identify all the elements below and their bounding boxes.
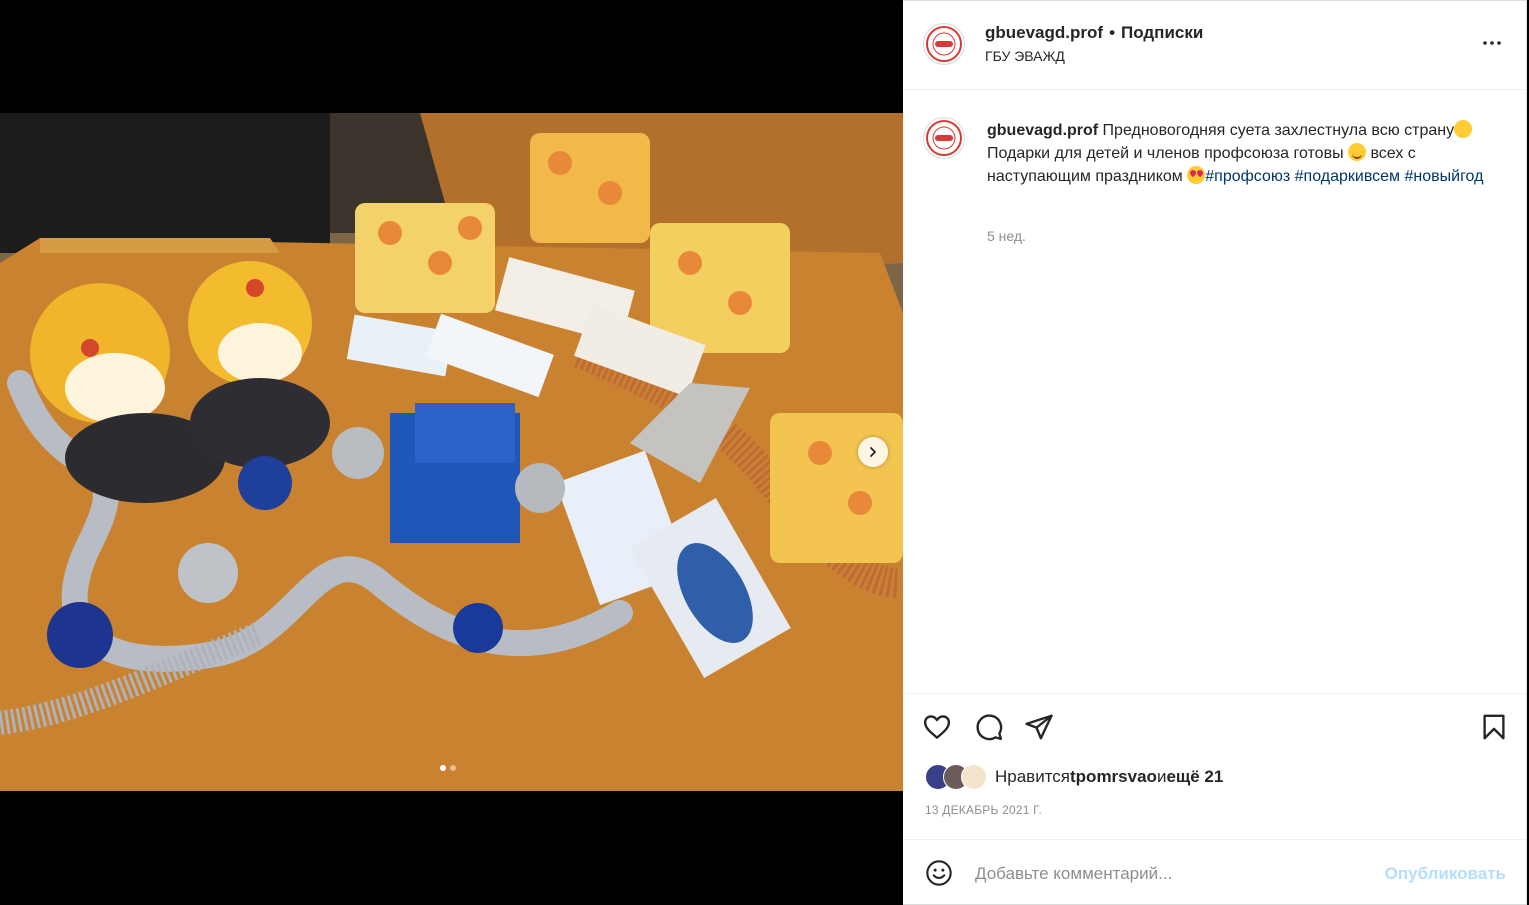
liker-avatar xyxy=(961,764,987,790)
publish-comment-button[interactable]: Опубликовать xyxy=(1385,864,1506,884)
likes-summary: Нравится tpomrsvao и ещё 21 xyxy=(925,763,1223,791)
caption-text-1: Предновогодняя суета захлестнула всю стр… xyxy=(1098,122,1455,139)
post-location[interactable]: ГБУ ЭВАЖД xyxy=(985,48,1065,64)
post-photo[interactable] xyxy=(0,113,903,791)
likes-prefix: Нравится xyxy=(995,767,1071,786)
more-options-button[interactable] xyxy=(1480,31,1504,55)
comment-button[interactable] xyxy=(973,711,1005,743)
hashtag-link[interactable]: #подаркивсем xyxy=(1295,168,1400,185)
paper-plane-icon xyxy=(1025,714,1053,740)
like-button[interactable] xyxy=(921,711,953,743)
chevron-right-icon xyxy=(870,447,876,457)
separator-dot: • xyxy=(1109,23,1116,42)
share-button[interactable] xyxy=(1023,711,1055,743)
likes-user-link[interactable]: tpomrsvao xyxy=(1070,767,1157,787)
hashtag-link[interactable]: #профсоюз xyxy=(1205,168,1290,185)
post-actions-bar xyxy=(903,693,1526,760)
add-comment-bar: Опубликовать xyxy=(903,839,1526,905)
comment-bubble-icon xyxy=(976,714,1003,741)
carousel-dot-2 xyxy=(450,765,456,771)
heart-eyes-emoji-icon xyxy=(1187,166,1206,184)
photo-illustration xyxy=(0,113,903,791)
post-caption: gbuevagd.prof Предновогодняя суета захле… xyxy=(987,119,1512,188)
caption-username[interactable]: gbuevagd.prof xyxy=(987,122,1098,139)
hashtag-link[interactable]: #новыйгод xyxy=(1405,168,1484,185)
post-date[interactable]: 13 ДЕКАБРЬ 2021 Г. xyxy=(925,803,1042,817)
smiley-icon xyxy=(926,860,952,886)
post-header: gbuevagd.prof • Подписки ГБУ ЭВАЖД xyxy=(903,1,1526,90)
carousel-indicator xyxy=(440,765,456,771)
follow-status-button[interactable]: Подписки xyxy=(1121,23,1203,43)
author-avatar[interactable] xyxy=(923,23,965,65)
save-button[interactable] xyxy=(1478,711,1510,743)
partying-face-emoji-icon xyxy=(1454,120,1473,138)
caption-time-ago[interactable]: 5 нед. xyxy=(987,228,1026,244)
hugging-face-emoji-icon xyxy=(1348,143,1367,161)
author-username[interactable]: gbuevagd.prof xyxy=(985,23,1103,43)
union-logo-icon xyxy=(926,26,962,62)
carousel-dot-1 xyxy=(440,765,446,771)
more-horizontal-icon xyxy=(1483,41,1501,45)
liker-avatars[interactable] xyxy=(925,764,993,790)
likes-and: и xyxy=(1156,767,1167,786)
bookmark-icon xyxy=(1483,714,1505,740)
post-details-panel: gbuevagd.prof • Подписки ГБУ ЭВАЖД gbuev… xyxy=(903,0,1527,905)
author-line: gbuevagd.prof • Подписки xyxy=(985,23,1203,43)
caption-text-2: Подарки для детей и членов профсоюза гот… xyxy=(987,145,1349,162)
likes-more-link[interactable]: ещё 21 xyxy=(1166,767,1223,787)
post-media xyxy=(0,0,903,905)
union-logo-icon xyxy=(926,120,962,156)
caption-author-avatar[interactable] xyxy=(923,117,965,159)
emoji-picker-button[interactable] xyxy=(923,857,955,889)
carousel-next-button[interactable] xyxy=(858,437,888,467)
comment-input[interactable] xyxy=(973,860,1377,888)
heart-icon xyxy=(923,715,951,739)
